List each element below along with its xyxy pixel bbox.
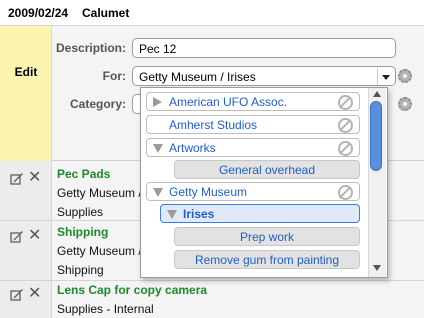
description-input[interactable]: Pec 12 (132, 38, 396, 58)
option-label: Irises (183, 207, 215, 221)
for-label: For: (102, 69, 126, 83)
option-american-ufo[interactable]: American UFO Assoc. (146, 92, 360, 111)
delete-x-icon[interactable]: ✕ (28, 228, 41, 244)
no-entry-icon (338, 118, 353, 133)
row-actions (0, 161, 52, 220)
for-select-value: Getty Museum / Irises (139, 70, 256, 84)
option-prep-work[interactable]: Prep work (174, 227, 360, 246)
row-category: Shipping (57, 263, 104, 277)
edit-label: Edit (14, 65, 38, 79)
description-label: Description: (56, 41, 127, 55)
expand-down-icon[interactable] (153, 188, 163, 197)
expand-down-icon[interactable] (167, 210, 177, 219)
option-artworks[interactable]: Artworks (146, 138, 360, 157)
select-arrow-button[interactable] (377, 68, 394, 85)
option-amherst-studios[interactable]: Amherst Studios (146, 115, 360, 134)
no-entry-icon (338, 95, 353, 110)
expand-down-icon[interactable] (153, 144, 163, 153)
row-title: Lens Cap for copy camera (57, 283, 208, 297)
option-label: Getty Museum (169, 185, 248, 199)
gear-icon[interactable] (398, 69, 412, 83)
option-getty-museum[interactable]: Getty Museum (146, 182, 360, 201)
entry-date: 2009/02/24 (8, 6, 69, 20)
row-title: Pec Pads (57, 167, 111, 181)
option-label: Artworks (169, 141, 216, 155)
scroll-down-icon[interactable] (373, 265, 381, 271)
option-label: General overhead (218, 163, 316, 177)
delete-x-icon[interactable]: ✕ (28, 286, 41, 302)
option-remove-gum[interactable]: Remove gum from painting (174, 250, 360, 269)
pencil-icon[interactable] (10, 287, 24, 301)
row-title: Shipping (57, 225, 109, 239)
no-entry-icon (338, 141, 353, 156)
expand-right-icon[interactable] (153, 97, 162, 107)
option-general-overhead[interactable]: General overhead (174, 160, 360, 179)
delete-x-icon[interactable]: ✕ (28, 170, 41, 186)
row-category: Supplies (57, 205, 104, 219)
chevron-down-icon (382, 75, 390, 80)
scroll-up-icon[interactable] (373, 91, 381, 97)
row-project: Getty Museum / I (57, 244, 149, 258)
no-entry-icon (338, 185, 353, 200)
row-actions (0, 281, 52, 318)
row-project: Getty Museum / I (57, 186, 149, 200)
option-irises-selected[interactable]: Irises (160, 204, 360, 223)
row-project: Supplies - Internal (57, 302, 154, 316)
edit-column (0, 26, 52, 161)
category-label: Category: (69, 97, 126, 111)
pencil-icon[interactable] (10, 229, 24, 243)
option-label: Amherst Studios (169, 118, 258, 132)
for-select[interactable]: Getty Museum / Irises (132, 66, 396, 86)
gear-icon[interactable] (398, 97, 412, 111)
option-label: Prep work (239, 230, 295, 244)
row-actions (0, 221, 52, 280)
client-name: Calumet (82, 6, 130, 20)
pencil-icon[interactable] (10, 171, 24, 185)
option-label: American UFO Assoc. (169, 95, 288, 109)
scroll-thumb[interactable] (370, 101, 382, 171)
option-label: Remove gum from painting (194, 253, 340, 267)
